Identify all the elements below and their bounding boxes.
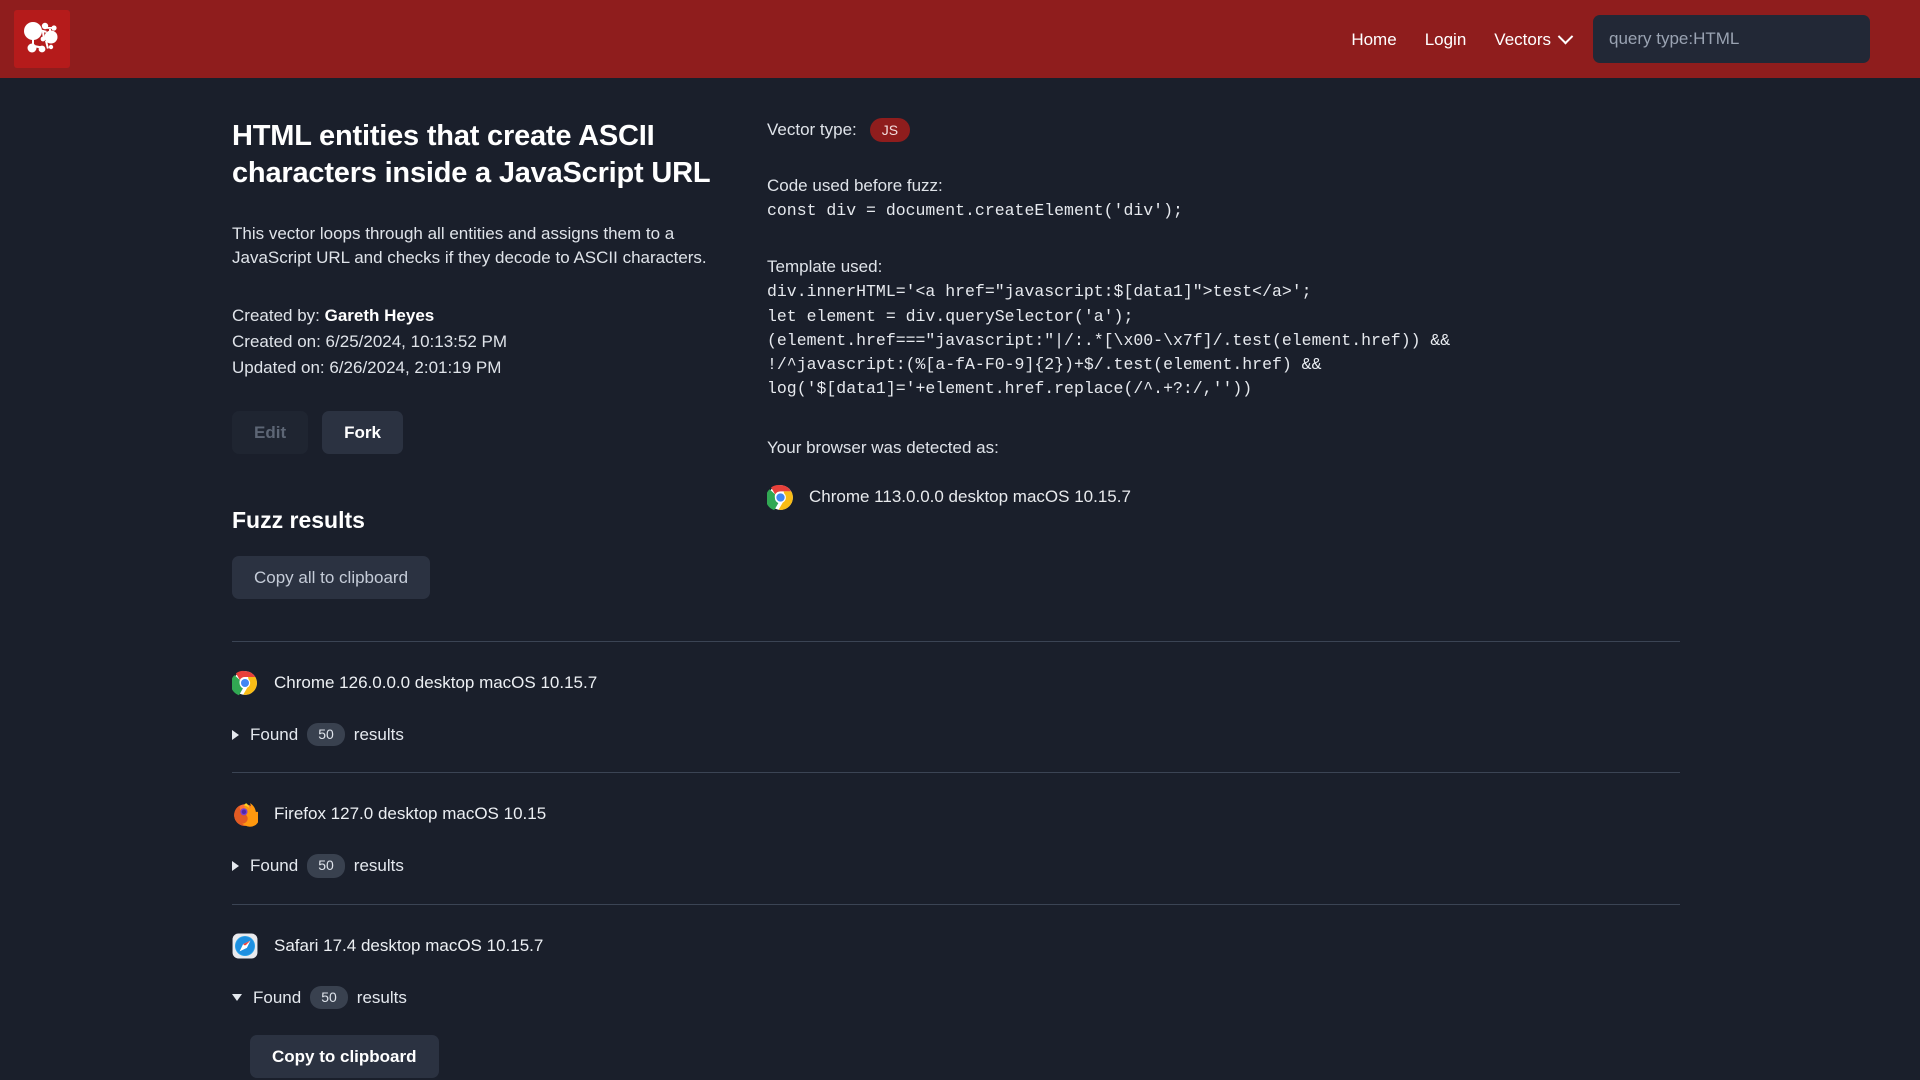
- created-by-value: Gareth Heyes: [324, 306, 435, 326]
- template-used-label: Template used:: [767, 257, 883, 277]
- detected-browser-value: Chrome 113.0.0.0 desktop macOS 10.15.7: [809, 487, 1131, 507]
- found-results-toggle[interactable]: Found 50 results: [232, 985, 1680, 1010]
- nav-dropdown-vectors[interactable]: Vectors: [1494, 28, 1574, 49]
- nav-link-login[interactable]: Login: [1425, 31, 1467, 48]
- vector-actions: Edit Fork: [232, 410, 715, 454]
- found-results-toggle[interactable]: Found 50 results: [232, 722, 1680, 747]
- created-by-row: Created by: Gareth Heyes: [232, 303, 715, 329]
- page-body: HTML entities that create ASCII characte…: [0, 78, 1920, 599]
- code-before-fuzz-label: Code used before fuzz:: [767, 176, 943, 196]
- vector-type-label: Vector type:: [767, 120, 857, 140]
- firefox-icon: [234, 803, 258, 828]
- browser-name: Firefox 127.0 desktop macOS 10.15: [274, 804, 547, 824]
- browser-row: Safari 17.4 desktop macOS 10.15.7: [232, 933, 1680, 959]
- found-results-toggle[interactable]: Found 50 results: [232, 854, 1680, 878]
- updated-on-row: Updated on: 6/26/2024, 2:01:19 PM: [232, 358, 502, 378]
- result-count-badge: 50: [307, 722, 345, 747]
- fork-button[interactable]: Fork: [322, 410, 403, 454]
- found-label: Found: [253, 987, 302, 1007]
- copy-all-to-clipboard-button[interactable]: Copy all to clipboard: [232, 555, 431, 599]
- result-count-badge: 50: [307, 854, 345, 878]
- result-block: Chrome 126.0.0.0 desktop macOS 10.15.7 F…: [232, 640, 1680, 773]
- result-block: Firefox 127.0 desktop macOS 10.15 Found …: [232, 772, 1680, 904]
- chevron-down-icon: [1557, 28, 1574, 44]
- disclosure-triangle-collapsed-icon: [232, 729, 239, 740]
- nav-dropdown-label: Vectors: [1494, 29, 1551, 49]
- browser-row: Chrome 126.0.0.0 desktop macOS 10.15.7: [232, 670, 1680, 696]
- vector-metadata: Created by: Gareth Heyes Created on: 6/2…: [232, 303, 715, 380]
- expanded-results-panel: Copy to clipboard Show differences only?…: [232, 1035, 1680, 1080]
- copy-to-clipboard-button[interactable]: Copy to clipboard: [250, 1035, 439, 1079]
- hackability-molecule-logo[interactable]: [14, 10, 70, 68]
- fuzz-results-title: Fuzz results: [232, 506, 365, 533]
- page-title: HTML entities that create ASCII characte…: [232, 120, 711, 190]
- nav-link-home[interactable]: Home: [1351, 31, 1396, 48]
- browser-name: Safari 17.4 desktop macOS 10.15.7: [274, 935, 544, 955]
- result-count-badge: 50: [310, 985, 348, 1010]
- copy-all-wrap: Copy all to clipboard: [232, 555, 715, 599]
- detected-browser-row: Chrome 113.0.0.0 desktop macOS 10.15.7: [767, 484, 1860, 511]
- vector-type-badge: JS: [869, 118, 911, 143]
- disclosure-triangle-expanded-icon: [232, 994, 242, 1002]
- created-by-label: Created by:: [232, 306, 320, 326]
- navbar-links: Home Login Vectors: [1351, 28, 1574, 49]
- chrome-icon: [232, 670, 257, 696]
- fuzz-results-list: Chrome 126.0.0.0 desktop macOS 10.15.7 F…: [0, 640, 1920, 1080]
- browser-name: Chrome 126.0.0.0 desktop macOS 10.15.7: [274, 672, 598, 692]
- vector-type-row: Vector type: JS: [767, 118, 1860, 143]
- result-block: Safari 17.4 desktop macOS 10.15.7 Found …: [232, 903, 1680, 1080]
- found-label: Found: [250, 724, 299, 744]
- browser-row: Firefox 127.0 desktop macOS 10.15: [232, 801, 1680, 828]
- results-label: results: [353, 724, 404, 744]
- top-navbar: Home Login Vectors: [0, 0, 1920, 78]
- found-label: Found: [250, 856, 299, 876]
- edit-button[interactable]: Edit: [232, 410, 309, 454]
- right-column: Vector type: JS Code used before fuzz: c…: [735, 118, 1920, 599]
- safari-icon: [232, 933, 258, 959]
- created-on-row: Created on: 6/25/2024, 10:13:52 PM: [232, 332, 508, 352]
- molecule-icon: [24, 22, 58, 53]
- results-label: results: [353, 856, 404, 876]
- chrome-icon: [767, 484, 793, 510]
- vector-description: This vector loops through all entities a…: [232, 224, 707, 268]
- template-used-code: div.innerHTML='<a href="javascript:$[dat…: [767, 282, 1451, 399]
- disclosure-triangle-collapsed-icon: [232, 861, 239, 872]
- search-input[interactable]: [1593, 15, 1870, 63]
- left-column: HTML entities that create ASCII characte…: [0, 118, 735, 599]
- code-before-fuzz: const div = document.createElement('div'…: [767, 201, 1183, 221]
- detected-browser-label: Your browser was detected as:: [767, 437, 999, 457]
- results-label: results: [356, 987, 407, 1007]
